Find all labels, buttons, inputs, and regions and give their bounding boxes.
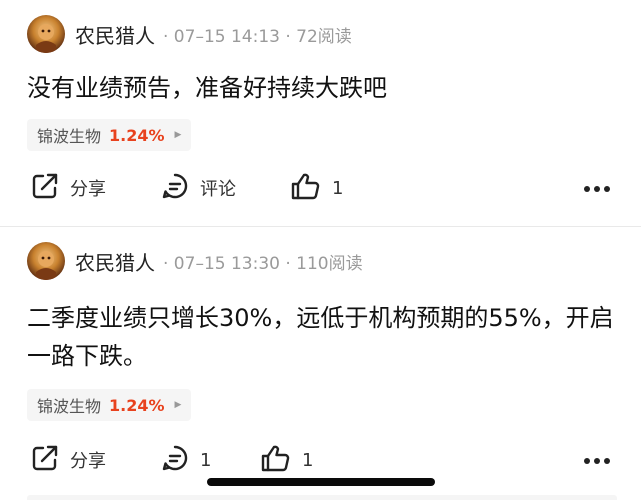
action-bar: 分享 1 1	[0, 440, 641, 480]
next-post-preview	[27, 495, 617, 500]
more-icon	[583, 179, 611, 198]
like-button[interactable]: 1	[290, 168, 343, 208]
avatar[interactable]	[27, 242, 65, 280]
action-bar: 分享 评论 1	[0, 168, 641, 208]
stock-change: 1.24%	[109, 395, 165, 415]
post-meta: · 07–15 14:13 · 72阅读	[163, 26, 352, 47]
username[interactable]: 农民猎人	[75, 20, 155, 49]
share-icon	[30, 443, 60, 477]
share-icon	[30, 171, 60, 205]
more-icon	[583, 451, 611, 470]
avatar[interactable]	[27, 15, 65, 53]
post-header: 农民猎人 · 07–15 14:13 · 72阅读	[27, 14, 352, 54]
stock-name: 锦波生物	[37, 127, 102, 146]
stock-tag[interactable]: 锦波生物 1.24% ▶	[27, 119, 192, 151]
post-content[interactable]: 没有业绩预告，准备好持续大跌吧	[27, 69, 621, 107]
comment-icon	[160, 443, 190, 477]
comment-label: 评论	[200, 179, 236, 200]
thumbs-up-icon	[260, 443, 292, 477]
stock-name: 锦波生物	[37, 397, 102, 416]
thumbs-up-icon	[290, 171, 322, 205]
stock-tag[interactable]: 锦波生物 1.24% ▶	[27, 389, 192, 421]
more-button[interactable]	[583, 440, 611, 480]
chevron-right-icon: ▶	[174, 130, 182, 140]
like-count: 1	[302, 449, 314, 471]
chevron-right-icon: ▶	[174, 400, 182, 410]
post-card[interactable]: 农民猎人 · 07–15 14:13 · 72阅读 没有业绩预告，准备好持续大跌…	[0, 0, 641, 226]
stock-change: 1.24%	[109, 125, 165, 145]
comment-icon	[160, 171, 190, 205]
like-button[interactable]: 1	[260, 440, 313, 480]
share-label: 分享	[70, 451, 106, 472]
post-header: 农民猎人 · 07–15 13:30 · 110阅读	[27, 241, 363, 281]
comment-button[interactable]: 评论	[160, 168, 236, 208]
home-indicator[interactable]	[207, 478, 435, 486]
username[interactable]: 农民猎人	[75, 247, 155, 276]
more-button[interactable]	[583, 168, 611, 208]
post-meta: · 07–15 13:30 · 110阅读	[163, 253, 363, 274]
comment-count: 1	[200, 449, 212, 471]
comment-button[interactable]: 1	[160, 440, 211, 480]
post-card[interactable]: 农民猎人 · 07–15 13:30 · 110阅读 二季度业绩只增长30%，远…	[0, 227, 641, 500]
share-label: 分享	[70, 179, 106, 200]
share-button[interactable]: 分享	[30, 168, 106, 208]
post-content[interactable]: 二季度业绩只增长30%，远低于机构预期的55%，开启一路下跌。	[27, 299, 621, 375]
like-count: 1	[332, 177, 344, 199]
share-button[interactable]: 分享	[30, 440, 106, 480]
